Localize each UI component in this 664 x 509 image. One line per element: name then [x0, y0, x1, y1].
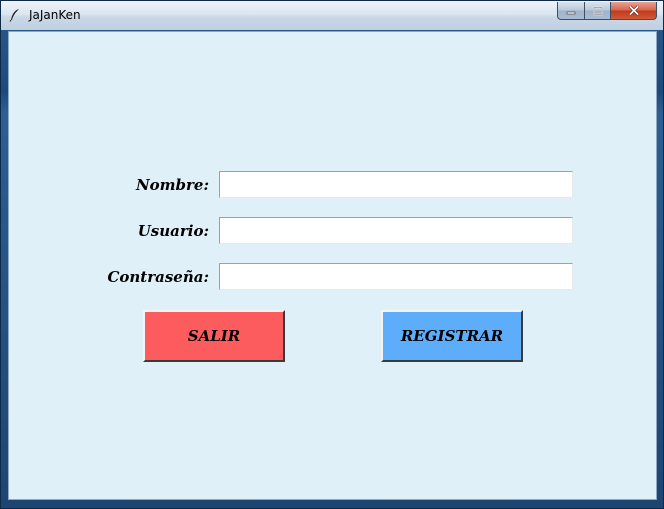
- minimize-icon: [566, 11, 576, 14]
- window-controls: [557, 2, 657, 20]
- name-field[interactable]: [219, 171, 573, 198]
- close-button[interactable]: [611, 2, 657, 20]
- name-label: Nombre:: [135, 176, 209, 194]
- minimize-button[interactable]: [557, 2, 585, 20]
- app-window: JaJanKen Nombre: Usuario: Contraseña: SA…: [0, 0, 664, 509]
- maximize-icon: [592, 6, 603, 15]
- password-label: Contraseña:: [107, 268, 209, 286]
- username-label: Usuario:: [137, 222, 209, 240]
- window-title: JaJanKen: [29, 8, 81, 22]
- password-field[interactable]: [219, 263, 573, 290]
- feather-icon: [9, 9, 19, 22]
- close-icon: [628, 5, 639, 16]
- register-button[interactable]: REGISTRAR: [381, 310, 523, 362]
- maximize-button[interactable]: [585, 2, 611, 20]
- title-bar[interactable]: JaJanKen: [1, 1, 663, 30]
- form-panel: Nombre: Usuario: Contraseña: SALIR REGIS…: [8, 31, 657, 500]
- exit-button[interactable]: SALIR: [143, 310, 285, 362]
- username-field[interactable]: [219, 217, 573, 244]
